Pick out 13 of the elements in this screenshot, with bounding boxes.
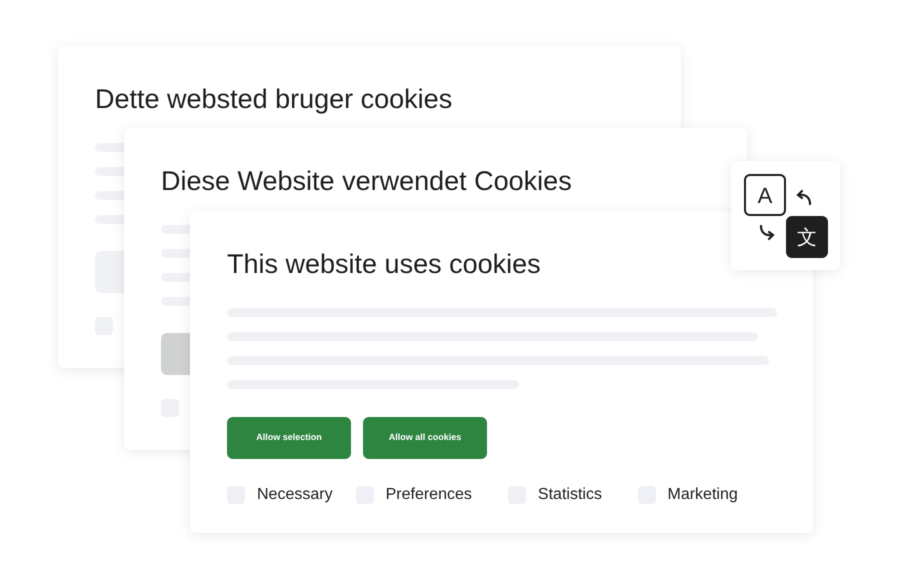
banner-title: Dette websted bruger cookies bbox=[95, 83, 454, 116]
checkbox-label: Statistics bbox=[538, 485, 602, 505]
banner-title: Diese Website verwendet Cookies bbox=[161, 165, 573, 198]
button-placeholder bbox=[161, 333, 190, 375]
target-letter-tile: 文 bbox=[786, 216, 828, 258]
checkbox-label: Marketing bbox=[668, 485, 738, 505]
banner-title: This website uses cookies bbox=[227, 248, 542, 281]
source-letter-tile: A bbox=[744, 174, 786, 216]
checkbox-label: Necessary bbox=[257, 485, 333, 505]
button-placeholder bbox=[95, 251, 124, 293]
consent-button[interactable]: Allow all cookies bbox=[363, 417, 487, 459]
checkbox-label: Preferences bbox=[386, 485, 472, 505]
consent-button[interactable]: Allow selection bbox=[227, 417, 351, 459]
